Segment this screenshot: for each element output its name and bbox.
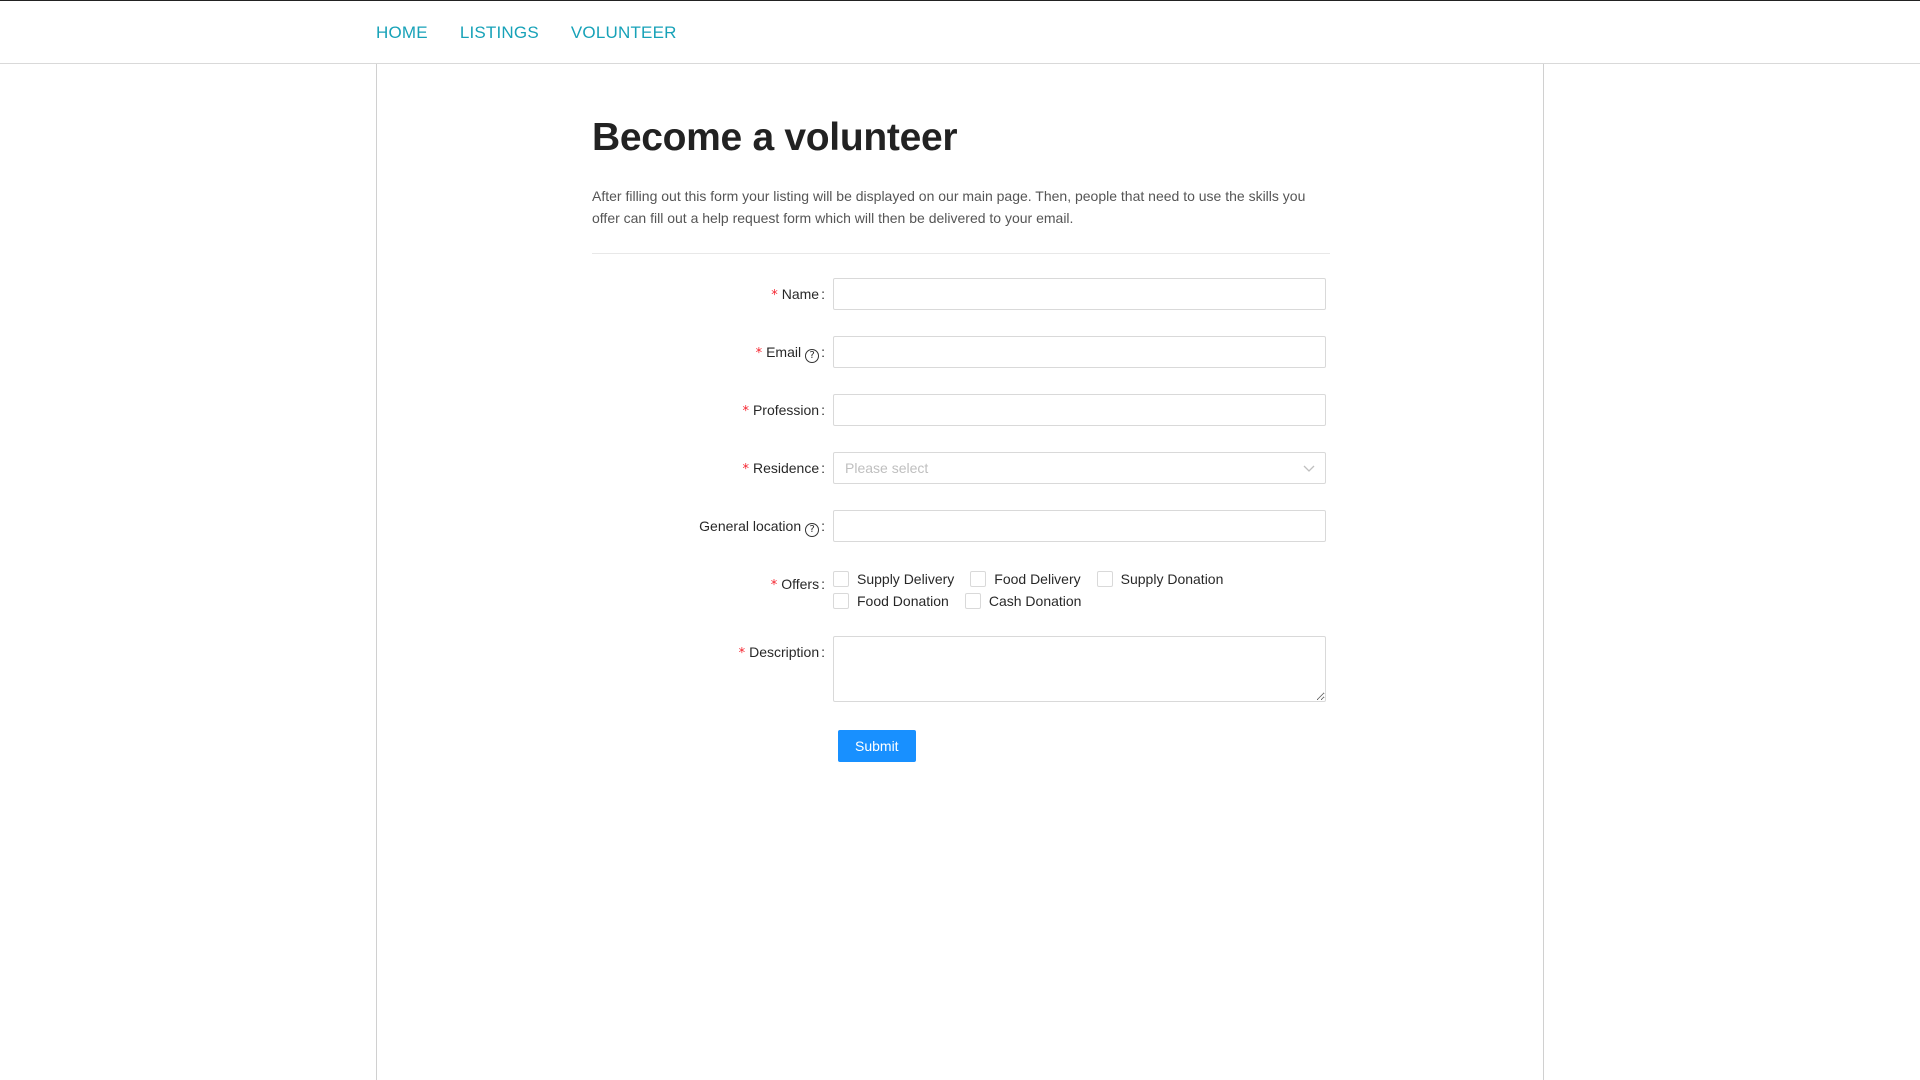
top-navigation: HOME LISTINGS VOLUNTEER: [0, 0, 1920, 64]
required-mark: *: [742, 461, 749, 477]
email-input[interactable]: [833, 335, 1326, 368]
checkbox[interactable]: [833, 570, 849, 587]
question-circle-icon[interactable]: ?: [805, 348, 820, 363]
checkbox[interactable]: [833, 592, 849, 609]
required-mark: *: [755, 345, 763, 361]
submit-button[interactable]: Submit: [838, 729, 916, 762]
name-label-text: Name: [781, 285, 820, 302]
email-label-text: Email: [766, 343, 802, 360]
email-label: * Email?:: [755, 343, 825, 363]
name-input[interactable]: [833, 277, 1326, 310]
offers-label-text: Offers: [781, 575, 820, 592]
required-mark: *: [742, 403, 749, 419]
required-mark: *: [770, 577, 778, 593]
offers-label: * Offers:: [770, 575, 825, 593]
volunteer-form: Become a volunteer After filling out thi…: [592, 64, 1330, 762]
description-label-text: Description: [749, 643, 820, 660]
profession-row: * Profession:: [592, 393, 1330, 428]
name-label: * Name:: [771, 285, 825, 303]
checkbox-label: Cash Donation: [988, 592, 1082, 609]
profession-label-text: Profession: [752, 401, 820, 418]
nav-volunteer-link[interactable]: VOLUNTEER: [571, 23, 677, 43]
checkbox-label: Supply Delivery: [857, 570, 955, 587]
residence-label: * Residence:: [742, 459, 825, 477]
nav-listings-link[interactable]: LISTINGS: [460, 23, 539, 43]
offer-food-delivery[interactable]: Food Delivery: [970, 568, 1081, 590]
residence-label-text: Residence: [752, 459, 820, 476]
location-label: General location?:: [699, 517, 825, 537]
offer-supply-delivery[interactable]: Supply Delivery: [833, 568, 954, 590]
required-mark: *: [771, 287, 778, 303]
offer-cash-donation[interactable]: Cash Donation: [964, 590, 1082, 612]
checkbox[interactable]: [1096, 570, 1113, 587]
location-input[interactable]: [833, 509, 1326, 542]
checkbox-label: Food Donation: [857, 592, 949, 609]
name-row: * Name:: [592, 277, 1330, 312]
page-title: Become a volunteer: [592, 116, 958, 159]
submit-row: Submit: [592, 729, 1330, 762]
offer-food-donation[interactable]: Food Donation: [833, 590, 949, 612]
checkbox[interactable]: [964, 592, 981, 609]
chevron-down-icon: [1303, 465, 1315, 472]
divider: [592, 252, 1330, 254]
offer-supply-donation[interactable]: Supply Donation: [1096, 568, 1224, 590]
location-row: General location?:: [592, 509, 1330, 542]
question-circle-icon[interactable]: ?: [805, 522, 820, 537]
description-row: * Description:: [592, 635, 1330, 702]
email-row: * Email?:: [592, 335, 1330, 370]
content-panel: Become a volunteer After filling out thi…: [376, 64, 1544, 1080]
description-textarea[interactable]: [833, 635, 1326, 702]
profession-label: * Profession:: [742, 401, 825, 419]
residence-row: * Residence: Please select: [592, 451, 1330, 486]
checkbox-label: Food Delivery: [994, 570, 1081, 587]
offers-row: * Offers: Supply Delivery Food Delivery S…: [592, 566, 1330, 612]
nav-links: HOME LISTINGS VOLUNTEER: [376, 23, 677, 43]
residence-placeholder: Please select: [845, 459, 929, 476]
required-mark: *: [738, 645, 746, 661]
profession-input[interactable]: [833, 393, 1326, 426]
residence-select[interactable]: Please select: [833, 451, 1326, 484]
checkbox[interactable]: [970, 570, 987, 587]
location-label-text: General location: [699, 517, 802, 534]
offers-checkbox-group: Supply Delivery Food Delivery Supply Don…: [833, 566, 1326, 612]
nav-home-link[interactable]: HOME: [376, 23, 428, 43]
checkbox-label: Supply Donation: [1120, 570, 1224, 587]
description-label: * Description:: [738, 643, 825, 661]
intro-text: After filling out this form your listing…: [592, 187, 1306, 226]
